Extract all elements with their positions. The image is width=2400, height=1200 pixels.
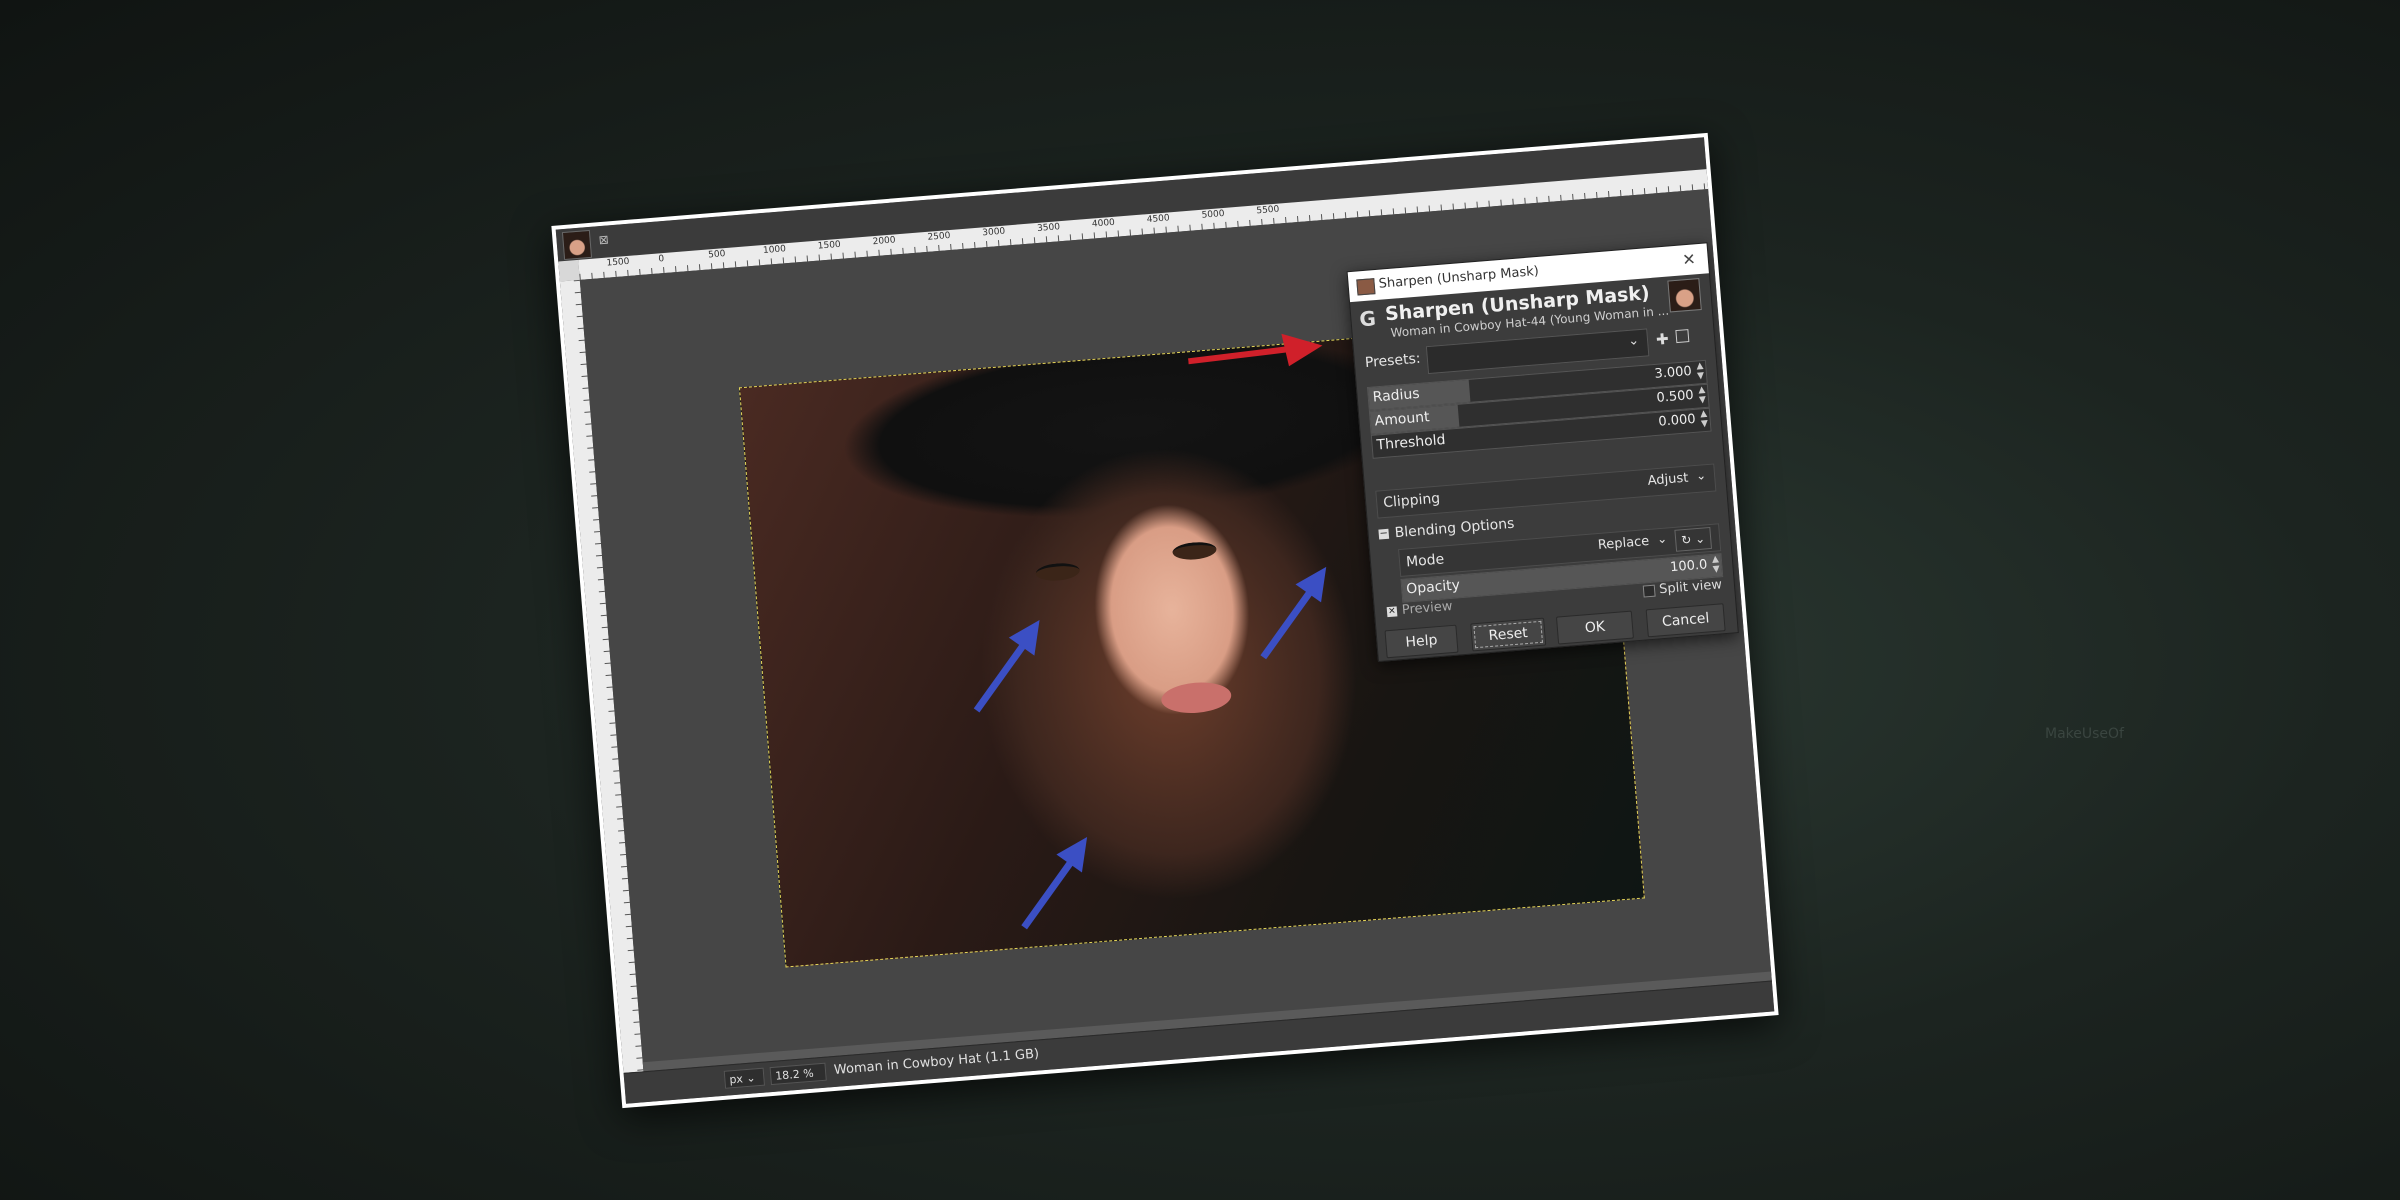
blue-arrow-right-cheek-head — [1295, 566, 1327, 603]
spin-arrows-icon[interactable]: ▲ ▼ — [1696, 361, 1705, 381]
split-view-checkbox[interactable] — [1642, 584, 1656, 598]
ruler-label: 1500 — [606, 256, 630, 269]
blue-arrow-left-eye — [973, 639, 1030, 713]
ok-button[interactable]: OK — [1555, 610, 1634, 645]
preset-menu-icon[interactable] — [1675, 329, 1690, 344]
collapse-icon: − — [1378, 527, 1390, 540]
clipping-label: Clipping — [1382, 490, 1441, 512]
preview-checkbox[interactable]: ✕ — [1386, 605, 1398, 617]
image-thumbnail — [1667, 278, 1702, 313]
blending-options-label: Blending Options — [1394, 515, 1515, 542]
ruler-label: 2500 — [927, 230, 951, 243]
sharpen-dialog: Sharpen (Unsharp Mask) ✕ G Sharpen (Unsh… — [1346, 242, 1739, 663]
spin-arrows-icon[interactable]: ▲ ▼ — [1700, 409, 1709, 429]
help-button[interactable]: Help — [1384, 624, 1459, 659]
threshold-label: Threshold — [1376, 431, 1447, 454]
clipping-row[interactable]: Clipping Adjust ⌄ — [1375, 463, 1717, 519]
mode-value: Replace — [1597, 533, 1650, 554]
amount-value: 0.500 — [1655, 387, 1695, 406]
ruler-label: 500 — [707, 249, 726, 261]
blue-arrow-right-cheek — [1260, 585, 1316, 660]
ruler-label: 5500 — [1256, 204, 1280, 217]
close-icon[interactable]: ✕ — [1681, 244, 1697, 275]
mode-label: Mode — [1405, 551, 1445, 571]
ruler-label: 3000 — [981, 226, 1006, 239]
composite-mode-icon[interactable]: ↻ ⌄ — [1674, 526, 1713, 552]
watermark: MakeUseOf — [2045, 726, 2124, 742]
chevron-down-icon: ⌄ — [1656, 531, 1668, 547]
ruler-label: 2000 — [872, 235, 896, 248]
chevron-down-icon: ⌄ — [1627, 333, 1640, 349]
add-preset-icon[interactable]: ✚ — [1655, 330, 1669, 349]
zoom-select[interactable]: 18.2 % ⌄ — [769, 1062, 827, 1101]
gimp-image-window: ⊠ 1500 0 500 1000 1500 2000 2500 3000 35… — [555, 137, 1775, 1104]
spin-arrows-icon[interactable]: ▲ ▼ — [1712, 554, 1721, 574]
blue-arrow-jaw — [1021, 856, 1077, 930]
presets-label: Presets: — [1364, 350, 1422, 372]
blending-options-toggle[interactable]: − Blending Options — [1378, 516, 1515, 543]
image-tab-thumbnail[interactable] — [561, 229, 593, 261]
threshold-fill — [1371, 435, 1374, 458]
ruler-corner[interactable] — [558, 259, 580, 282]
opacity-value: 100.0 — [1669, 557, 1708, 576]
gimp-screenshot-frame: ⊠ 1500 0 500 1000 1500 2000 2500 3000 35… — [551, 132, 1779, 1109]
preview-label: Preview — [1401, 598, 1454, 618]
clipping-value: Adjust — [1647, 470, 1689, 489]
blue-arrow-left-eye-head — [1008, 620, 1040, 656]
dialog-app-icon — [1356, 278, 1376, 296]
gegl-icon: G — [1358, 306, 1377, 332]
reset-button[interactable]: Reset — [1470, 617, 1547, 652]
preview-toggle[interactable]: ✕ Preview — [1386, 599, 1453, 619]
close-icon[interactable]: ⊠ — [596, 232, 611, 247]
blue-arrow-jaw-head — [1056, 836, 1088, 873]
spin-arrows-icon[interactable]: ▲ ▼ — [1698, 385, 1707, 405]
ruler-label: 0 — [658, 254, 665, 265]
unit-select[interactable]: px ⌄ — [723, 1067, 766, 1089]
chevron-down-icon: ⌄ — [1695, 468, 1707, 483]
ruler-label: 1500 — [817, 239, 842, 252]
ruler-label: 4500 — [1146, 213, 1171, 226]
threshold-value: 0.000 — [1657, 411, 1697, 430]
dialog-window-title: Sharpen (Unsharp Mask) — [1378, 263, 1540, 292]
radius-value: 3.000 — [1654, 363, 1693, 382]
ruler-label: 4000 — [1091, 217, 1116, 230]
ruler-label: 1000 — [762, 244, 787, 257]
red-annotation-arrow — [1187, 333, 1323, 367]
cancel-button[interactable]: Cancel — [1645, 603, 1726, 638]
ruler-label: 5000 — [1201, 208, 1225, 221]
ruler-label: 3500 — [1036, 222, 1061, 234]
